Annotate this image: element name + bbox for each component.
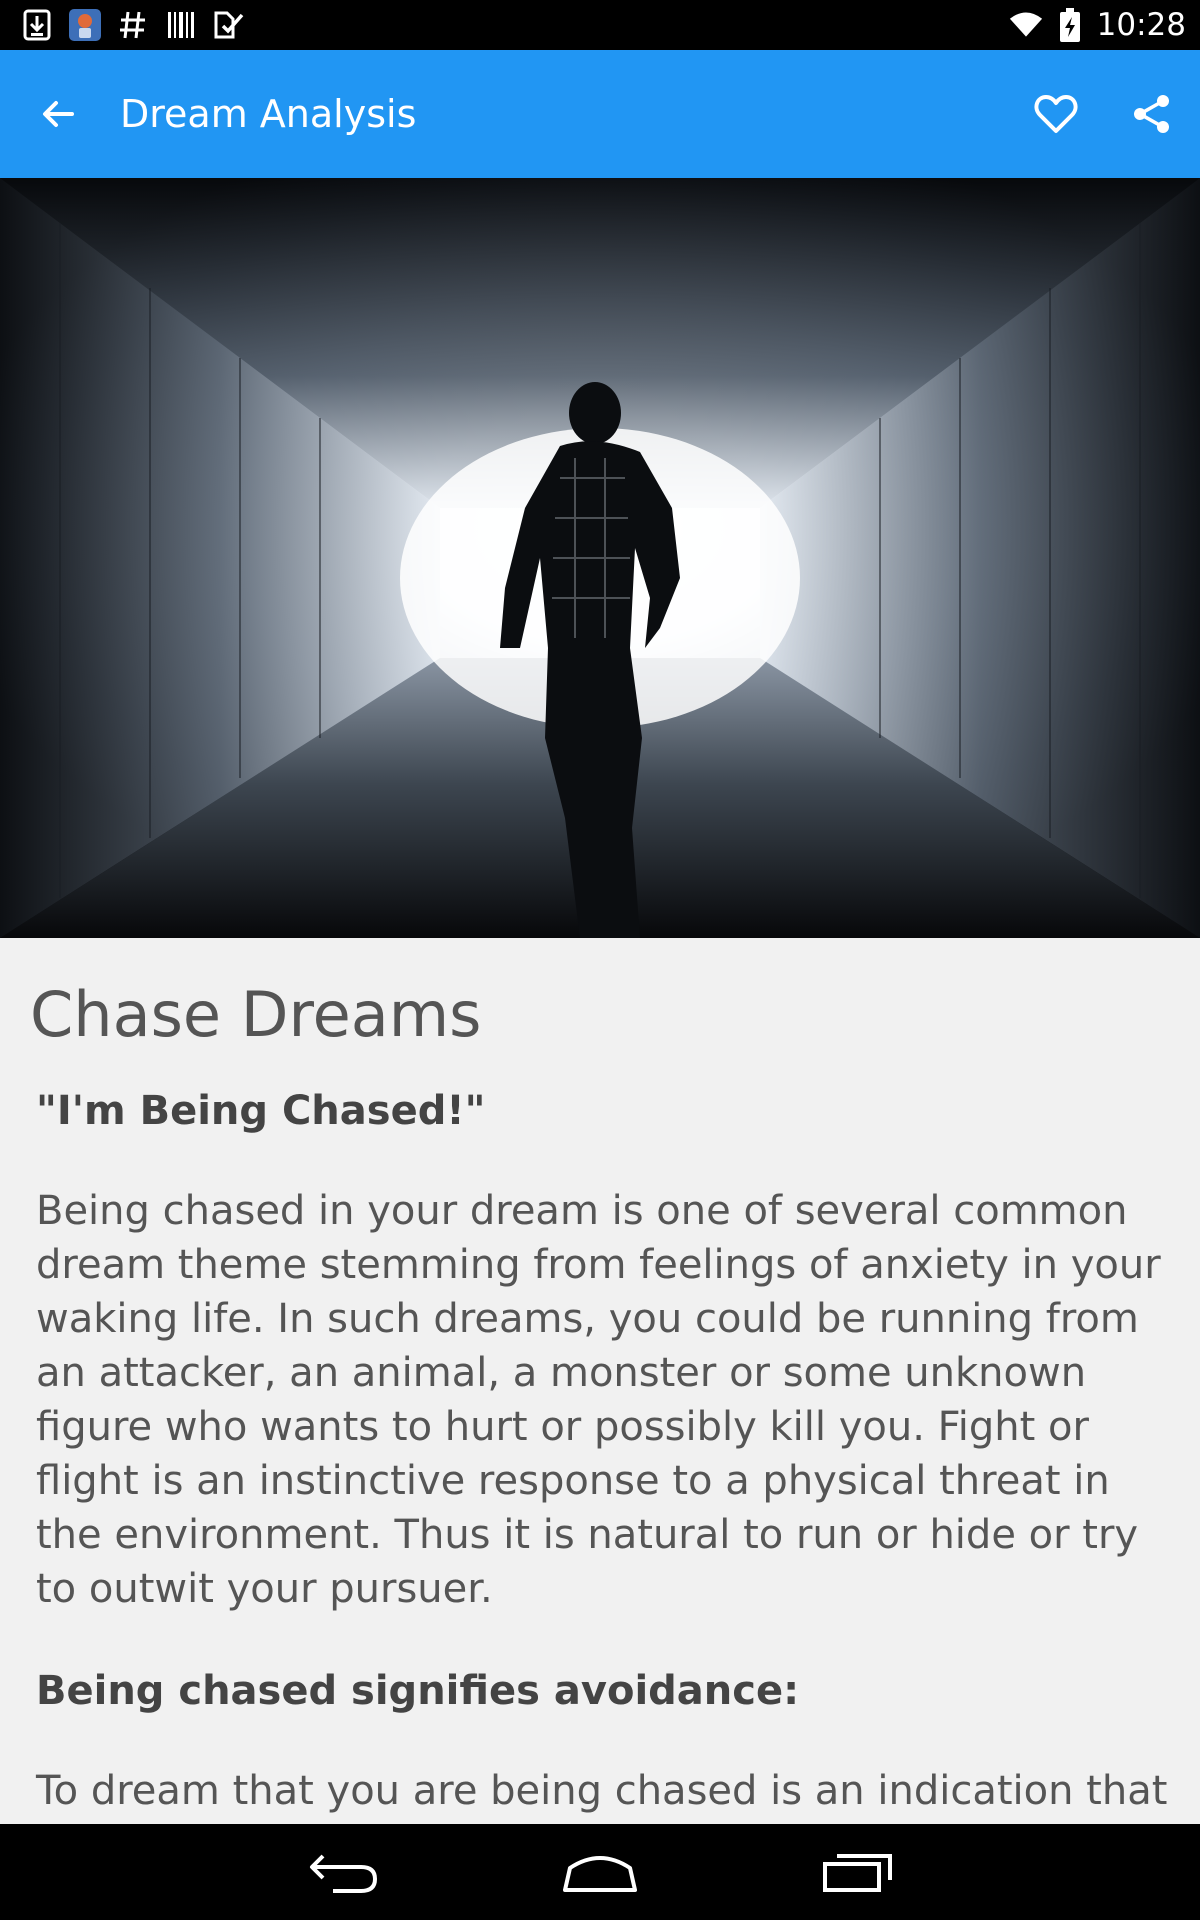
app-bar: Dream Analysis (0, 50, 1200, 178)
system-status: 10:28 (1009, 0, 1186, 50)
article-content: Chase Dreams "I'm Being Chased!" Being c… (0, 938, 1200, 1824)
nav-home-button[interactable] (540, 1838, 660, 1906)
battery-charging-icon (1053, 8, 1087, 42)
checklist-icon (212, 8, 246, 42)
back-icon (310, 1854, 377, 1893)
back-arrow-button[interactable] (28, 84, 88, 144)
article-subheading-2: Being chased signifies avoidance: (36, 1668, 800, 1714)
article-paragraph: Being chased in your dream is one of sev… (36, 1188, 1161, 1612)
tunnel-photo (0, 178, 1200, 938)
nav-back-button[interactable] (284, 1838, 404, 1906)
favorite-button[interactable] (1026, 84, 1086, 144)
clock: 10:28 (1096, 7, 1186, 43)
back-arrow-icon (43, 101, 74, 127)
download-icon (20, 8, 54, 42)
status-bar: 10:28 (0, 0, 1200, 50)
barcode-icon (164, 8, 198, 42)
app-notification-icon (68, 8, 102, 42)
article-subheading: "I'm Being Chased!" (36, 1088, 486, 1134)
recents-icon (823, 1854, 892, 1892)
share-icon (1134, 95, 1169, 133)
hero-image (0, 178, 1200, 938)
wifi-icon (1009, 8, 1043, 42)
home-icon (563, 1856, 637, 1892)
system-nav-bar (0, 1824, 1200, 1920)
hashtag-icon (116, 8, 150, 42)
share-button[interactable] (1122, 84, 1182, 144)
heart-icon (1034, 95, 1078, 133)
nav-recents-button[interactable] (798, 1838, 918, 1906)
page-title: Dream Analysis (120, 92, 417, 136)
notification-icons (20, 6, 246, 44)
article-title: Chase Dreams (30, 978, 482, 1051)
article-paragraph-2: To dream that you are being chased is an… (36, 1768, 1168, 1814)
